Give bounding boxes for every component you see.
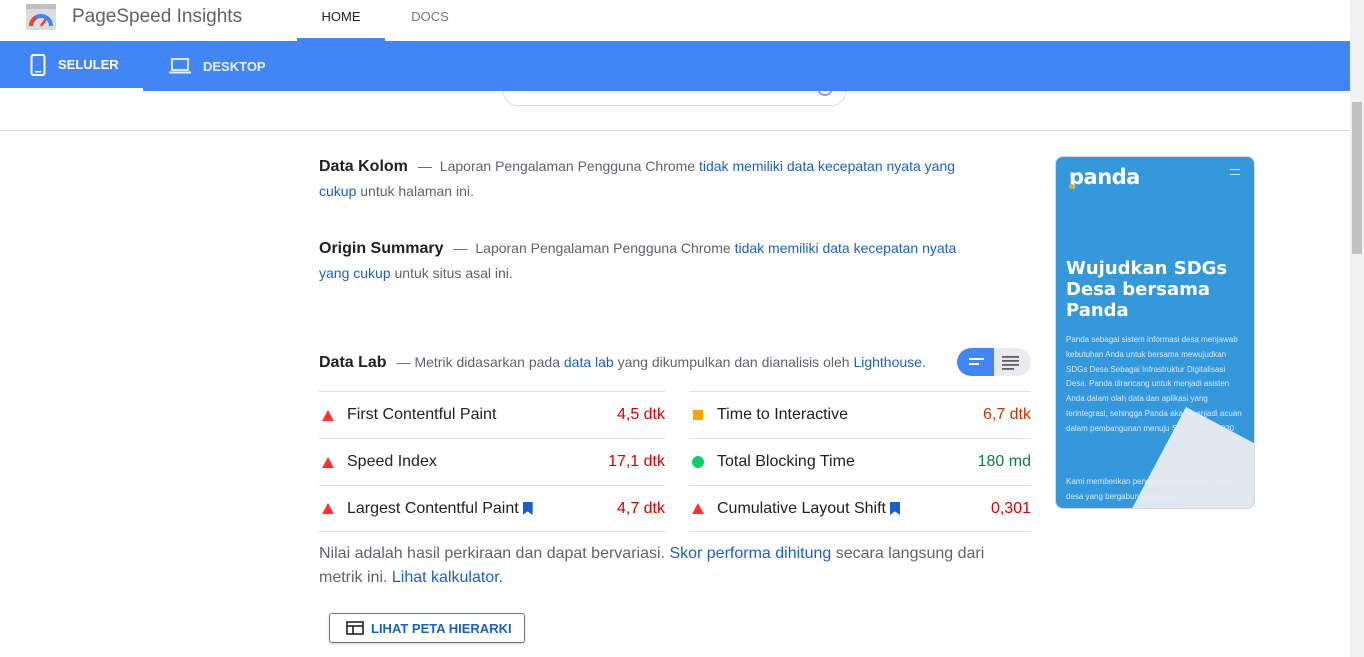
- metrics-left-column: First Contentful Paint 4,5 dtk Speed Ind…: [319, 391, 665, 532]
- view-treemap-label: LIHAT PETA HIERARKI: [371, 620, 512, 636]
- origin-summary-text-after: untuk situs asal ini.: [394, 265, 513, 281]
- field-data-text: Laporan Pengalaman Pengguna Chrome: [439, 158, 696, 174]
- thumbnail-logo: panda: [1069, 165, 1140, 189]
- tab-desktop-label: DESKTOP: [203, 58, 266, 74]
- thumbnail-headline: Wujudkan SDGs Desa bersama Panda: [1066, 258, 1228, 321]
- average-square-icon: [693, 410, 703, 420]
- page-scrollbar[interactable]: [1350, 0, 1364, 657]
- lab-metrics-grid: First Contentful Paint 4,5 dtk Speed Ind…: [319, 391, 1031, 532]
- section-divider: [0, 130, 1350, 131]
- metric-label: Total Blocking Time: [717, 453, 855, 470]
- metric-label: Speed Index: [347, 453, 437, 470]
- nav-docs-tab[interactable]: DOCS: [396, 0, 464, 41]
- pagespeed-logo-icon[interactable]: [26, 4, 56, 30]
- origin-summary-section: Origin Summary — Laporan Pengalaman Pengg…: [319, 240, 957, 281]
- lab-data-title: Data Lab: [319, 354, 387, 371]
- metric-label: Cumulative Layout Shift: [717, 499, 886, 517]
- fail-triangle-icon: [322, 456, 334, 468]
- metrics-view-toggle[interactable]: [957, 348, 1031, 376]
- metric-speed-index[interactable]: Speed Index 17,1 dtk: [319, 438, 665, 485]
- nav-home-tab[interactable]: HOME: [297, 0, 385, 41]
- metric-value: 17,1 dtk: [608, 453, 665, 470]
- lab-data-link[interactable]: data lab: [564, 354, 614, 370]
- metric-fcp[interactable]: First Contentful Paint 4,5 dtk: [319, 391, 665, 438]
- page-screenshot-thumbnail: panda Wujudkan SDGs Desa bersama Panda P…: [1055, 156, 1255, 509]
- lab-data-text: Metrik didasarkan pada: [414, 354, 560, 370]
- bookmark-icon: [889, 502, 900, 515]
- metric-label: Largest Contentful Paint: [347, 499, 519, 517]
- metric-value: 0,301: [990, 499, 1031, 517]
- thumbnail-paragraph: Panda sebagai sistem informasi desa menj…: [1066, 335, 1242, 433]
- view-treemap-button[interactable]: LIHAT PETA HIERARKI: [329, 613, 525, 643]
- origin-summary-title: Origin Summary: [319, 240, 444, 257]
- metric-label: Time to Interactive: [717, 406, 849, 423]
- list-collapsed-icon[interactable]: [994, 348, 1031, 376]
- field-data-text-after: untuk halaman ini.: [360, 183, 474, 199]
- metric-value: 6,7 dtk: [982, 406, 1031, 423]
- brand-title[interactable]: PageSpeed Insights: [72, 6, 242, 28]
- treemap-icon: [346, 621, 364, 635]
- hamburger-menu-icon: [1230, 169, 1240, 175]
- list-expanded-icon: [969, 358, 984, 365]
- scrollbar-thumb[interactable]: [1352, 102, 1362, 254]
- phone-icon: [30, 53, 46, 76]
- device-tab-bar: SELULER DESKTOP: [0, 41, 1350, 91]
- metric-lcp[interactable]: Largest Contentful Paint 4,7 dtk: [319, 485, 665, 532]
- pass-circle-icon: [692, 456, 704, 468]
- bookmark-icon: [522, 502, 533, 515]
- lab-data-text-middle: yang dikumpulkan dan dianalisis oleh: [617, 354, 850, 370]
- metric-label: First Contentful Paint: [347, 406, 497, 423]
- performance-score-link[interactable]: Skor performa dihitung: [669, 545, 831, 562]
- origin-summary-text: Laporan Pengalaman Pengguna Chrome: [475, 240, 731, 256]
- tab-desktop[interactable]: DESKTOP: [143, 41, 283, 91]
- list-expanded-toggle[interactable]: [957, 348, 994, 376]
- fail-triangle-icon: [322, 409, 334, 421]
- fail-triangle-icon: [322, 503, 334, 514]
- fail-triangle-icon: [692, 503, 704, 514]
- top-header: PageSpeed Insights HOME DOCS: [0, 0, 1350, 41]
- metric-tti[interactable]: Time to Interactive 6,7 dtk: [689, 391, 1031, 438]
- laptop-icon: [169, 58, 191, 74]
- lighthouse-link[interactable]: Lighthouse: [853, 354, 922, 370]
- metric-value: 4,5 dtk: [616, 406, 665, 423]
- calculator-link[interactable]: Lihat kalkulator.: [392, 569, 503, 586]
- metrics-right-column: Time to Interactive 6,7 dtk Total Blocki…: [689, 391, 1031, 532]
- metric-cls[interactable]: Cumulative Layout Shift 0,301: [689, 485, 1031, 532]
- lab-data-header: Data Lab — Metrik didasarkan pada data la…: [319, 354, 926, 371]
- tab-mobile[interactable]: SELULER: [0, 41, 143, 91]
- metrics-note: Nilai adalah hasil perkiraan dan dapat b…: [319, 545, 985, 586]
- metric-value: 180 md: [977, 453, 1031, 470]
- metric-tbt[interactable]: Total Blocking Time 180 md: [689, 438, 1031, 485]
- field-data-title: Data Kolom: [319, 158, 408, 175]
- metric-value: 4,7 dtk: [616, 499, 665, 517]
- logo-dot-icon: [1069, 184, 1074, 189]
- field-data-section: Data Kolom — Laporan Pengalaman Pengguna …: [319, 158, 956, 199]
- tab-mobile-label: SELULER: [58, 57, 119, 72]
